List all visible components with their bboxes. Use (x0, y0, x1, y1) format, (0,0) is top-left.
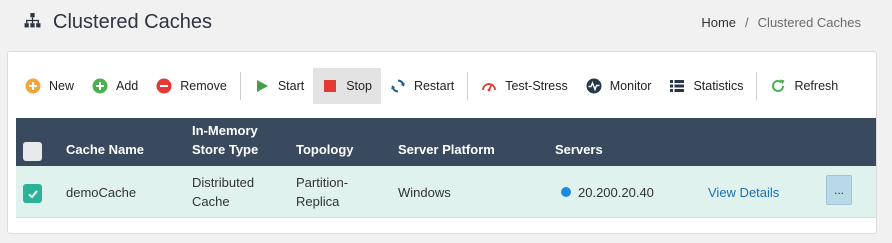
new-label: New (49, 79, 75, 93)
header-servers[interactable]: Servers (555, 118, 603, 166)
server-address: 20.200.20.40 (578, 184, 654, 200)
start-button[interactable]: Start (245, 68, 313, 104)
new-icon (25, 78, 41, 94)
restart-button[interactable]: Restart (381, 68, 463, 104)
toolbar: New Add Remove Start Stop Restart Test-S… (16, 68, 847, 104)
remove-icon (156, 78, 172, 94)
gauge-icon (481, 78, 497, 94)
server-status-indicator (561, 187, 571, 197)
cell-store-type: Distributed Cache (192, 175, 255, 209)
restart-label: Restart (413, 79, 455, 93)
caches-panel: New Add Remove Start Stop Restart Test-S… (7, 51, 877, 234)
stop-icon (322, 78, 338, 94)
caches-table: Cache Name In-Memory Store Type Topology… (16, 118, 876, 218)
monitor-button[interactable]: Monitor (577, 68, 661, 104)
header-cache-name[interactable]: Cache Name (66, 118, 144, 166)
test-stress-label: Test-Stress (505, 79, 568, 93)
sitemap-icon (24, 12, 41, 34)
remove-button[interactable]: Remove (147, 68, 236, 104)
start-label: Start (277, 79, 305, 93)
page-title: Clustered Caches (53, 11, 212, 33)
header-store-type[interactable]: In-Memory Store Type (192, 118, 258, 166)
statistics-button[interactable]: Statistics (660, 68, 752, 104)
stop-label: Stop (346, 79, 372, 93)
breadcrumb-separator: / (745, 15, 749, 30)
add-button[interactable]: Add (83, 68, 147, 104)
stop-button[interactable]: Stop (313, 68, 381, 104)
cell-servers: 20.200.20.40 (561, 166, 654, 218)
more-actions-button[interactable]: ... (826, 175, 852, 205)
breadcrumb-home[interactable]: Home (701, 15, 736, 30)
breadcrumb-current: Clustered Caches (757, 15, 861, 30)
row-checkbox[interactable] (23, 184, 42, 203)
page-header: Clustered Caches Home / Clustered Caches (0, 0, 892, 46)
cell-topology: Partition- Replica (296, 175, 349, 209)
monitor-label: Monitor (609, 79, 652, 93)
heartbeat-icon (586, 78, 602, 94)
refresh-icon (770, 78, 786, 94)
cell-cache-name: demoCache (66, 184, 137, 200)
header-server-platform[interactable]: Server Platform (398, 118, 495, 166)
restart-icon (390, 78, 406, 94)
play-icon (254, 78, 270, 94)
add-icon (92, 78, 108, 94)
page-title-group: Clustered Caches (24, 11, 212, 34)
list-icon (669, 78, 685, 94)
new-button[interactable]: New (16, 68, 83, 104)
table-header: Cache Name In-Memory Store Type Topology… (16, 118, 876, 166)
add-label: Add (116, 79, 139, 93)
refresh-button[interactable]: Refresh (761, 68, 847, 104)
statistics-label: Statistics (693, 79, 744, 93)
header-topology[interactable]: Topology (296, 118, 354, 166)
breadcrumb: Home / Clustered Caches (701, 15, 861, 30)
toolbar-divider (239, 72, 241, 100)
test-stress-button[interactable]: Test-Stress (472, 68, 577, 104)
toolbar-divider (467, 72, 469, 100)
cell-platform: Windows (398, 184, 451, 200)
remove-label: Remove (180, 79, 227, 93)
refresh-label: Refresh (794, 79, 839, 93)
toolbar-divider (756, 72, 758, 100)
table-row[interactable]: demoCache Distributed Cache Partition- R… (16, 166, 876, 218)
select-all-checkbox[interactable] (23, 142, 42, 161)
view-details-link[interactable]: View Details (708, 166, 779, 218)
